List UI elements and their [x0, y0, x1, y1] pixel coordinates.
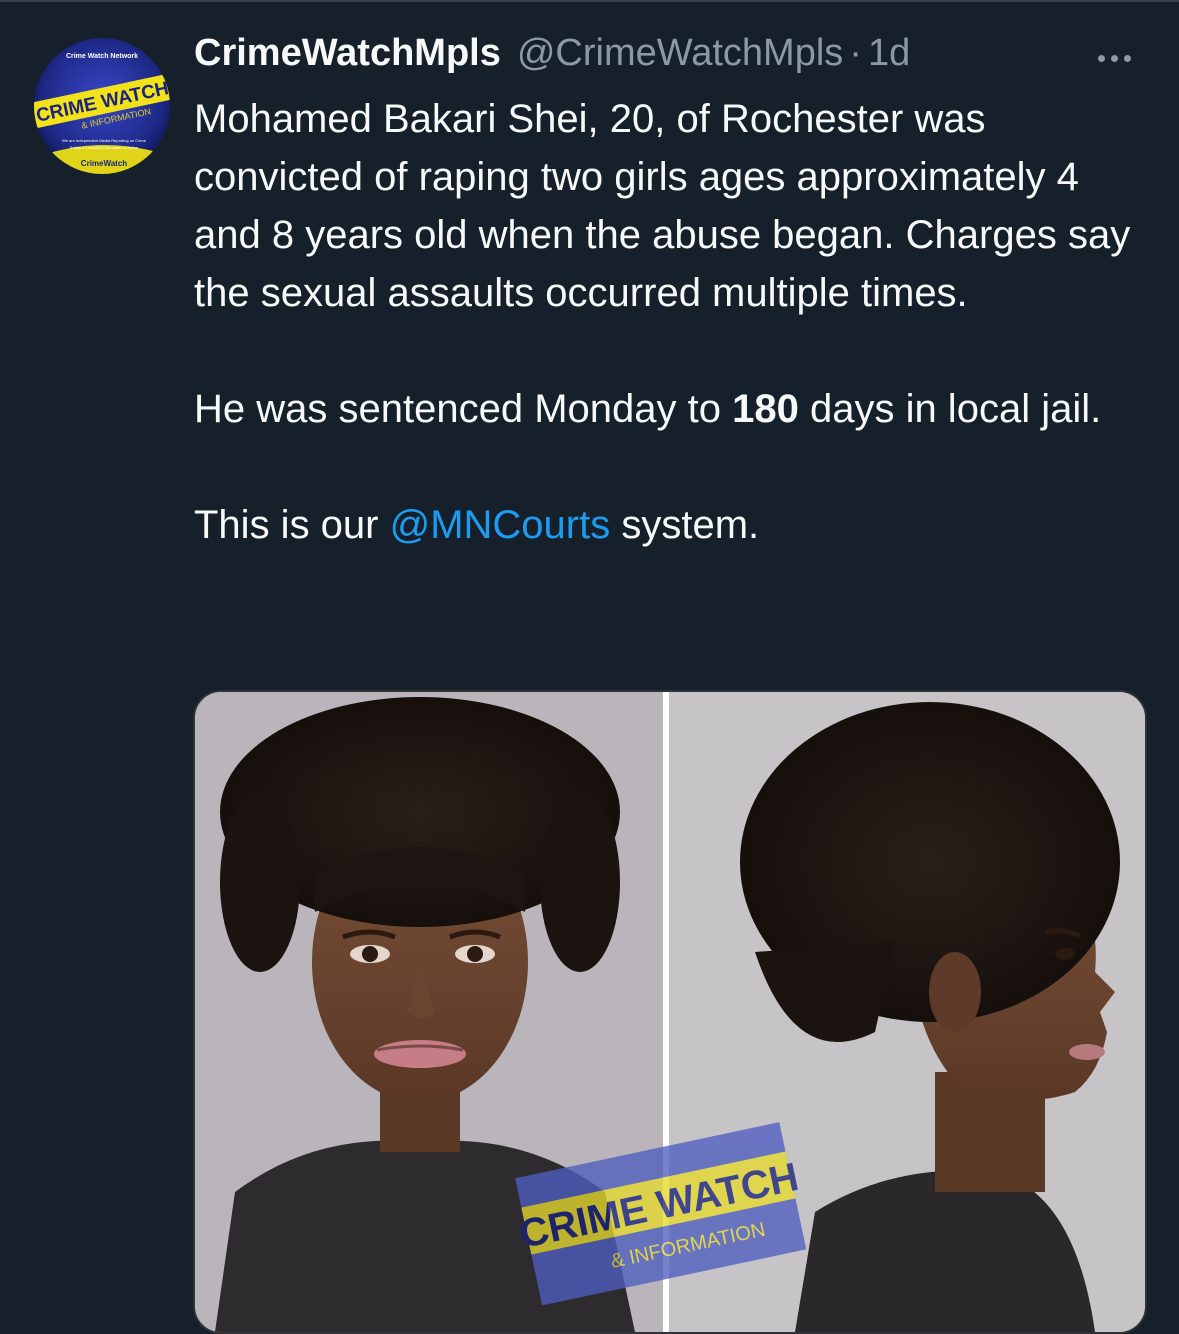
display-name[interactable]: CrimeWatchMpls: [194, 32, 501, 75]
p3-text-before: This is our: [194, 503, 390, 547]
tweet-header: CrimeWatchMpls @CrimeWatchMpls · 1d: [194, 32, 910, 84]
avatar-line-1: Crime Watch Network: [66, 53, 138, 60]
more-horizontal-icon[interactable]: [1086, 38, 1142, 78]
avatar-line-6: CrimeWatch: [81, 159, 127, 168]
p2-text-before: He was sentenced Monday to: [194, 387, 733, 431]
mention-link[interactable]: @MNCourts: [390, 503, 611, 547]
avatar-line-4: We are Independent Media Reporting on Cr…: [62, 138, 147, 143]
tweet-paragraph-1: Mohamed Bakari Shei, 20, of Rochester wa…: [194, 97, 1131, 315]
more-dot: [1110, 54, 1118, 62]
avatar-line-5: Safety & Livability Information & Action: [70, 145, 138, 150]
avatar[interactable]: Crime Watch Network CRIME WATCH & INFORM…: [34, 38, 170, 174]
tweet-text: Mohamed Bakari Shei, 20, of Rochester wa…: [194, 90, 1154, 554]
p3-text-after: system.: [610, 503, 760, 547]
separator-dot: ·: [849, 32, 862, 74]
more-dot: [1123, 54, 1131, 62]
sentence-days-bold: 180: [732, 387, 799, 431]
tweet-media-image[interactable]: CRIME WATCH & INFORMATION: [193, 690, 1147, 1334]
timestamp[interactable]: 1d: [868, 32, 910, 75]
user-handle[interactable]: @CrimeWatchMpls: [517, 32, 843, 75]
top-divider: [0, 0, 1179, 2]
tweet-paragraph-3: This is our @MNCourts system.: [194, 496, 1154, 554]
avatar-logo: Crime Watch Network CRIME WATCH & INFORM…: [34, 38, 170, 174]
p2-text-after: days in local jail.: [798, 387, 1102, 431]
more-dot: [1097, 54, 1105, 62]
tweet-paragraph-2: He was sentenced Monday to 180 days in l…: [194, 380, 1154, 438]
mugshot-photo: CRIME WATCH & INFORMATION: [195, 692, 1145, 1332]
